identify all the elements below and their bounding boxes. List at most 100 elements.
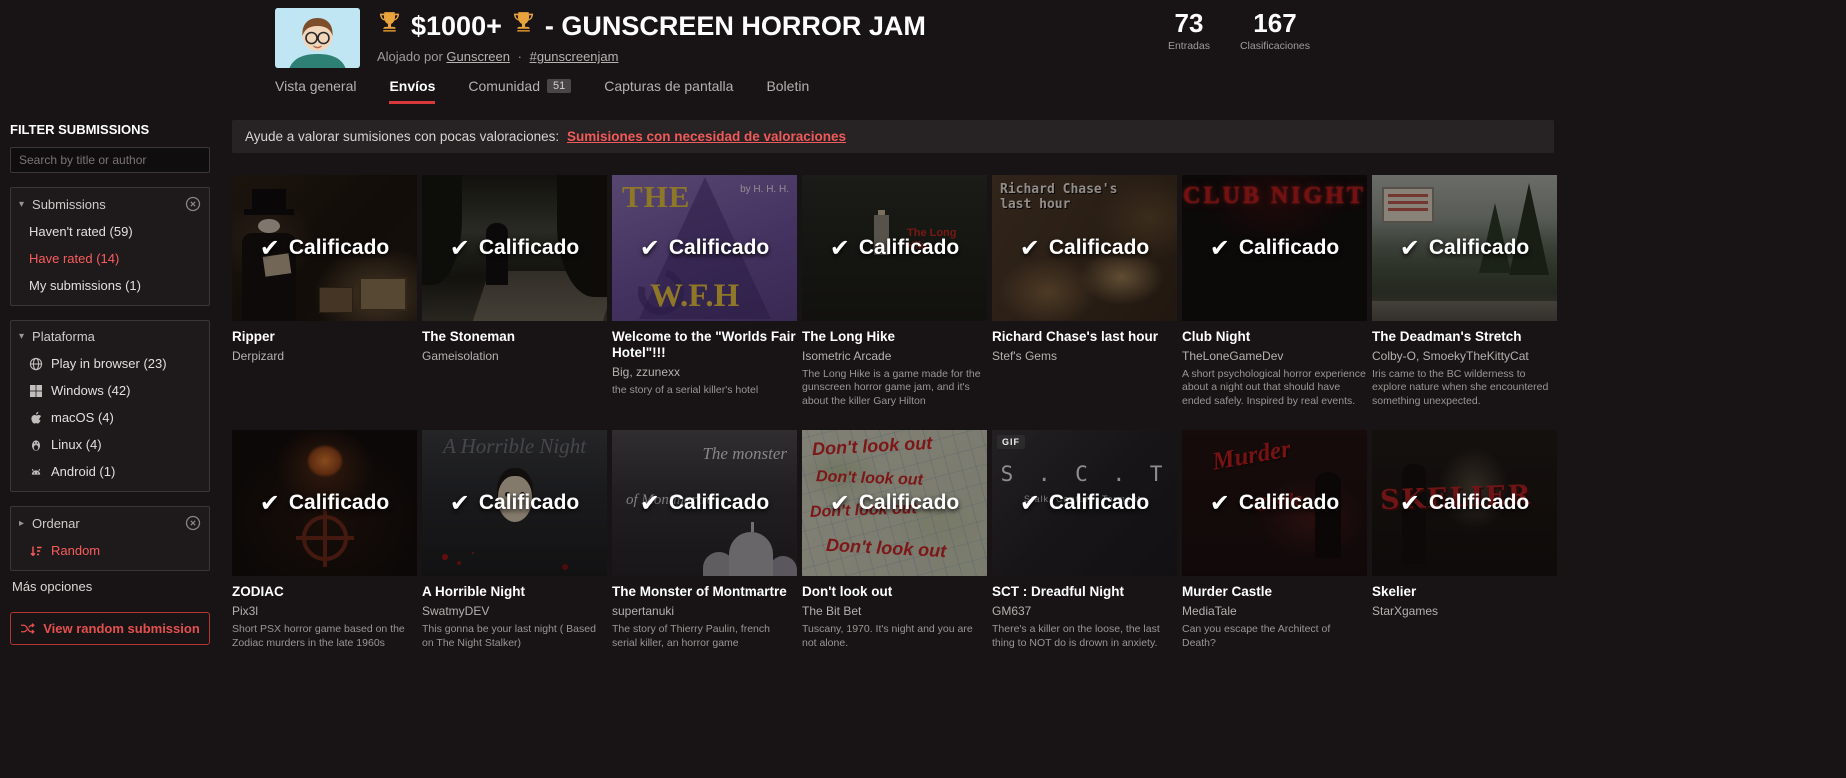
close-icon[interactable]	[185, 515, 201, 531]
filter-item-android[interactable]: Android (1)	[11, 458, 209, 485]
more-options-link[interactable]: Más opciones	[10, 571, 210, 596]
view-random-submission-button[interactable]: View random submission	[10, 612, 210, 645]
game-author[interactable]: Pix3l	[232, 604, 417, 618]
game-author[interactable]: supertanuki	[612, 604, 797, 618]
game-title[interactable]: Welcome to the "Worlds Fair Hotel"!!!	[612, 329, 797, 361]
game-thumbnail[interactable]: ✔ Calificado	[232, 430, 417, 577]
game-title[interactable]: Club Night	[1182, 329, 1367, 345]
rated-label: Calificado	[1428, 491, 1530, 515]
filter-item-my-submissions[interactable]: My submissions (1)	[11, 272, 209, 299]
game-author[interactable]: StarXgames	[1372, 604, 1557, 618]
section-label: Plataforma	[32, 329, 95, 344]
rated-label: Calificado	[858, 491, 960, 515]
sort-item-random[interactable]: Random	[11, 537, 209, 564]
game-thumbnail[interactable]: The monster of Montmartre ✔ Calificado	[612, 430, 797, 577]
rated-label: Calificado	[478, 491, 580, 515]
game-description: The Long Hike is a game made for the gun…	[802, 367, 981, 407]
game-author[interactable]: SwatmyDEV	[422, 604, 607, 618]
game-author[interactable]: Isometric Arcade	[802, 349, 987, 363]
game-title[interactable]: Ripper	[232, 329, 417, 345]
submission-card: ✔ Calificado The Deadman's Stretch Colby…	[1372, 175, 1557, 408]
submissions-needing-ratings-link[interactable]: Sumisiones con necesidad de valoraciones	[567, 129, 846, 144]
game-thumbnail[interactable]: SKELIER ✔ Calificado	[1372, 430, 1557, 577]
game-title[interactable]: The Deadman's Stretch	[1372, 329, 1557, 345]
apple-icon	[29, 411, 43, 425]
check-icon: ✔	[639, 234, 660, 262]
game-thumbnail[interactable]: THE by H. H. H. W.F.H ✔ Calificado	[612, 175, 797, 321]
game-author[interactable]: MediaTale	[1182, 604, 1367, 618]
hashtag-link[interactable]: #gunscreenjam	[530, 49, 619, 64]
filter-item-havent-rated[interactable]: Haven't rated (59)	[11, 218, 209, 245]
filter-item-windows[interactable]: Windows (42)	[11, 377, 209, 404]
game-author[interactable]: Gameisolation	[422, 349, 607, 363]
game-title[interactable]: Murder Castle	[1182, 584, 1367, 600]
rated-overlay: ✔ Calificado	[612, 430, 797, 577]
game-title[interactable]: The Long Hike	[802, 329, 987, 345]
submission-card: Richard Chase's last hour ✔ Calificado R…	[992, 175, 1177, 408]
game-author[interactable]: TheLoneGameDev	[1182, 349, 1367, 363]
game-title[interactable]: The Monster of Montmartre	[612, 584, 797, 600]
game-author[interactable]: The Bit Bet	[802, 604, 987, 618]
filter-item-macos[interactable]: macOS (4)	[11, 404, 209, 431]
check-icon: ✔	[1019, 234, 1040, 262]
tab-capturas[interactable]: Capturas de pantalla	[604, 78, 733, 104]
check-icon: ✔	[1019, 489, 1040, 517]
game-thumbnail[interactable]: ✔ Calificado	[232, 175, 417, 321]
game-title[interactable]: SCT : Dreadful Night	[992, 584, 1177, 600]
game-title[interactable]: Richard Chase's last hour	[992, 329, 1177, 345]
submission-card: The Long Hike ✔ Calificado The Long Hike…	[802, 175, 987, 408]
stat-ratings-label: Clasificaciones	[1239, 40, 1310, 53]
rated-label: Calificado	[478, 236, 580, 259]
rated-label: Calificado	[1238, 491, 1340, 515]
game-title[interactable]: The Stoneman	[422, 329, 607, 345]
rated-label: Calificado	[858, 236, 960, 259]
tab-comunidad[interactable]: Comunidad 51	[468, 78, 572, 104]
tab-vista-general[interactable]: Vista general	[275, 78, 356, 104]
tab-envios[interactable]: Envíos	[389, 78, 436, 104]
filter-item-linux[interactable]: Linux (4)	[11, 431, 209, 458]
stat-entries-value: 73	[1174, 8, 1204, 38]
section-header-sort[interactable]: ▸ Ordenar	[11, 507, 209, 537]
game-title[interactable]: ZODIAC	[232, 584, 417, 600]
game-author[interactable]: Stef's Gems	[992, 349, 1177, 363]
game-thumbnail[interactable]: Don't look out Don't look out Don't look o…	[802, 430, 987, 577]
search-input[interactable]	[10, 147, 210, 173]
rated-label: Calificado	[668, 236, 770, 259]
random-button-label: View random submission	[43, 621, 200, 636]
jam-prize: $1000+	[411, 10, 502, 41]
rated-label: Calificado	[1048, 491, 1150, 515]
game-author[interactable]: Colby-O, SmoekyTheKittyCat	[1372, 349, 1557, 363]
filter-item-label: Android (1)	[51, 464, 116, 479]
linux-icon	[29, 438, 43, 452]
check-icon: ✔	[259, 489, 280, 517]
game-thumbnail[interactable]: ✔ Calificado	[1372, 175, 1557, 321]
submissions-main: Ayude a valorar sumisiones con pocas val…	[220, 108, 1557, 650]
game-title[interactable]: Skelier	[1372, 584, 1557, 600]
game-author[interactable]: Derpizard	[232, 349, 417, 363]
submission-card: Don't look out Don't look out Don't look o…	[802, 430, 987, 650]
jam-host-avatar[interactable]	[275, 8, 360, 68]
more-options-label: Más opciones	[12, 579, 93, 594]
close-icon[interactable]	[185, 196, 201, 212]
game-thumbnail[interactable]: Murder Castle ✔ Calificado	[1182, 430, 1367, 577]
jam-stats: 73 Entradas 167 Clasificaciones	[1168, 8, 1310, 52]
tab-boletin[interactable]: Boletin	[766, 78, 809, 104]
game-thumbnail[interactable]: CLUB NIGHT ✔ Calificado	[1182, 175, 1367, 321]
filter-item-play-in-browser[interactable]: Play in browser (23)	[11, 350, 209, 377]
game-thumbnail[interactable]: ✔ Calificado	[422, 175, 607, 321]
game-title[interactable]: A Horrible Night	[422, 584, 607, 600]
game-title[interactable]: Don't look out	[802, 584, 987, 600]
section-header-platform[interactable]: ▾ Plataforma	[11, 321, 209, 350]
rated-overlay: ✔ Calificado	[422, 175, 607, 321]
host-link[interactable]: Gunscreen	[446, 49, 510, 64]
game-thumbnail[interactable]: A Horrible Night ✔ Calificado	[422, 430, 607, 577]
game-thumbnail[interactable]: The Long Hike ✔ Calificado	[802, 175, 987, 321]
game-author[interactable]: Big, zzunexx	[612, 365, 797, 379]
avatar-illustration	[275, 8, 360, 68]
game-thumbnail[interactable]: S . C . T Stalk. Capture. Torment. GIF ✔ …	[992, 430, 1177, 577]
rated-overlay: ✔ Calificado	[612, 175, 797, 321]
game-author[interactable]: GM637	[992, 604, 1177, 618]
section-header-submissions[interactable]: ▾ Submissions	[11, 188, 209, 218]
filter-item-have-rated[interactable]: Have rated (14)	[11, 245, 209, 272]
game-thumbnail[interactable]: Richard Chase's last hour ✔ Calificado	[992, 175, 1177, 321]
